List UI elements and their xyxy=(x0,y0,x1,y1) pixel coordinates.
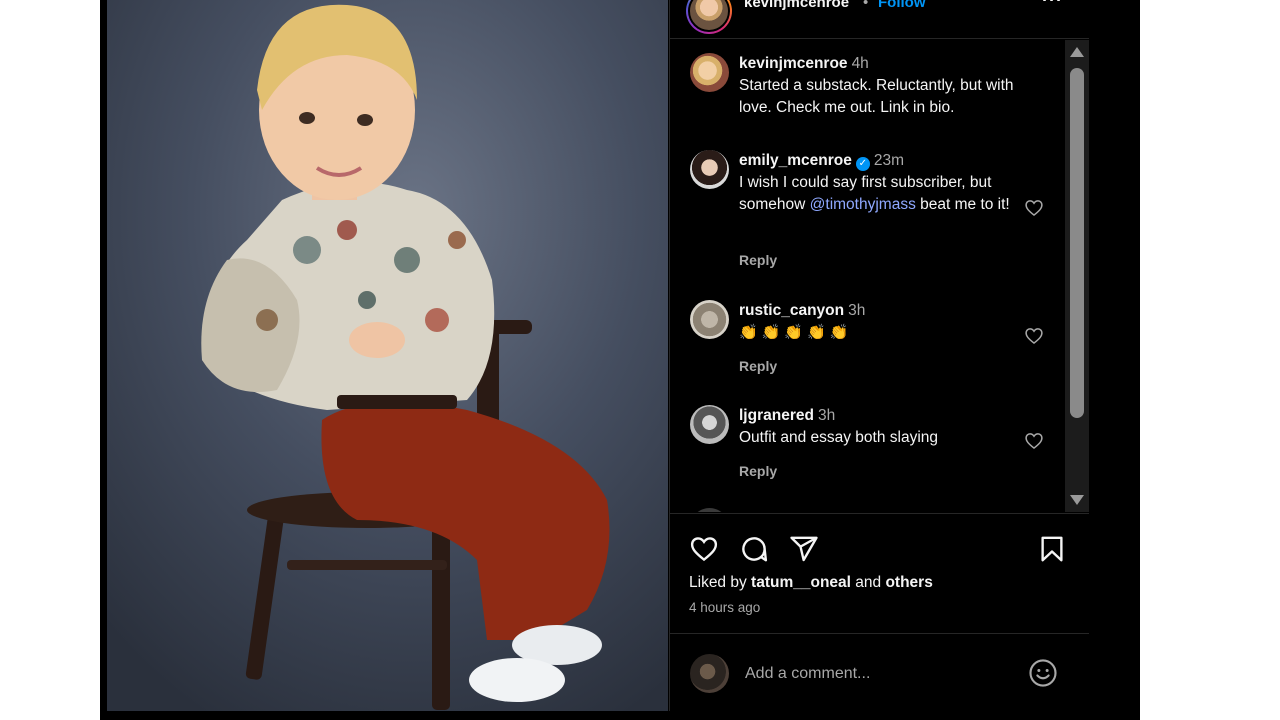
comment-time: 3h xyxy=(817,407,836,424)
comment-username[interactable]: ljgranered xyxy=(739,407,814,424)
add-comment-input[interactable] xyxy=(745,662,1015,686)
comment-body: ljgranered 3h Outfit and essay both slayi… xyxy=(739,405,1029,449)
author-username[interactable]: kevinjmcenroe xyxy=(744,0,849,11)
heart-icon[interactable] xyxy=(1024,431,1044,451)
verified-badge-icon: ✓ xyxy=(855,157,870,171)
comment-time: 3h xyxy=(848,302,866,319)
post-modal: kevinjmcenroe • Follow ··· kevinjmcenroe… xyxy=(100,0,1140,720)
likes-summary: Liked by tatum__oneal and others xyxy=(689,574,933,592)
comment-icon[interactable] xyxy=(739,534,769,564)
comment-text: Outfit and essay both slaying xyxy=(739,429,939,446)
likes-others-link[interactable]: others xyxy=(885,574,932,591)
scroll-up-arrow-icon[interactable] xyxy=(1070,47,1084,57)
follow-button[interactable]: Follow xyxy=(878,0,926,11)
reply-button[interactable]: Reply xyxy=(739,358,777,374)
post-photo[interactable] xyxy=(107,0,668,711)
likes-prefix: Liked by xyxy=(689,574,752,591)
reply-button[interactable]: Reply xyxy=(739,463,777,479)
scrollbar-thumb[interactable] xyxy=(1070,68,1084,418)
avatar[interactable] xyxy=(690,53,729,92)
add-comment-bar xyxy=(670,633,1089,711)
more-icon[interactable]: ··· xyxy=(1042,0,1063,11)
comment-body: rustic_canyon 3h 👏👏👏👏👏 xyxy=(739,300,1029,344)
avatar xyxy=(690,508,729,512)
share-icon[interactable] xyxy=(789,534,819,564)
reply-button[interactable]: Reply xyxy=(739,252,777,268)
post-header: kevinjmcenroe • Follow ··· xyxy=(670,0,1089,39)
comment-username[interactable]: emily_mcenroe xyxy=(739,152,852,169)
scroll-down-arrow-icon[interactable] xyxy=(1070,495,1084,505)
avatar[interactable] xyxy=(690,405,729,444)
comment-text: Started a substack. Reluctantly, but wit… xyxy=(739,77,1014,116)
separator-dot: • xyxy=(863,0,869,11)
comments-scrollbar[interactable] xyxy=(1065,40,1089,512)
heart-icon[interactable] xyxy=(1024,326,1044,346)
comment-body: kevinjmcenroe 4h Started a substack. Relu… xyxy=(739,53,1029,119)
avatar[interactable] xyxy=(690,150,729,189)
post-details-panel: kevinjmcenroe • Follow ··· kevinjmcenroe… xyxy=(669,0,1089,711)
liker-username[interactable]: tatum__oneal xyxy=(751,574,851,591)
comment-username[interactable]: rustic_canyon xyxy=(739,302,844,319)
comment-body: emily_mcenroe ✓ 23m I wish I could say fir… xyxy=(739,150,1029,216)
avatar[interactable] xyxy=(690,300,729,339)
heart-icon[interactable] xyxy=(1024,198,1044,218)
bookmark-icon[interactable] xyxy=(1037,534,1067,564)
action-bar: Liked by tatum__oneal and others 4 hours… xyxy=(670,513,1089,633)
comment-username[interactable]: kevinjmcenroe xyxy=(739,55,848,72)
comment-time: 4h xyxy=(851,55,869,72)
current-user-avatar xyxy=(690,654,729,693)
emoji-icon[interactable] xyxy=(1028,658,1058,688)
comment-text: 👏👏👏👏👏 xyxy=(739,324,853,341)
author-avatar[interactable] xyxy=(686,0,732,34)
comments-list[interactable]: kevinjmcenroe 4h Started a substack. Relu… xyxy=(670,40,1065,512)
likes-middle: and xyxy=(850,574,886,591)
heart-icon[interactable] xyxy=(689,534,719,564)
comment-time: 23m xyxy=(873,152,905,169)
mention-link[interactable]: @timothyjmass xyxy=(810,196,916,213)
comment-text-tail: beat me to it! xyxy=(915,196,1010,213)
post-timestamp[interactable]: 4 hours ago xyxy=(689,600,760,615)
child-portrait-illustration xyxy=(107,0,668,711)
